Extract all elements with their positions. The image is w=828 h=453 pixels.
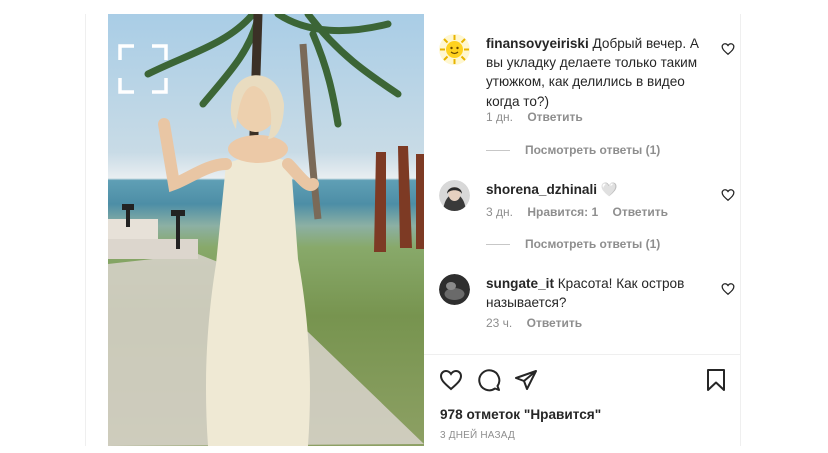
comment-username[interactable]: sungate_it bbox=[486, 276, 554, 291]
comment-like-button[interactable] bbox=[721, 188, 735, 202]
actions-divider bbox=[424, 354, 740, 355]
comments-panel: finansovyeiriski Добрый вечер. А вы укла… bbox=[424, 14, 740, 446]
heart-icon bbox=[721, 43, 735, 56]
avatar[interactable] bbox=[439, 180, 470, 211]
send-icon bbox=[515, 370, 537, 390]
likes-count-button[interactable]: Нравится: 1 bbox=[527, 205, 598, 219]
comment-text-block: finansovyeiriski Добрый вечер. А вы укла… bbox=[486, 34, 706, 111]
comment-meta: 23 ч. Ответить bbox=[486, 316, 593, 330]
comment-like-button[interactable] bbox=[721, 282, 735, 296]
user-photo-avatar bbox=[439, 180, 470, 211]
save-button[interactable] bbox=[704, 368, 728, 392]
comment-text-block: shorena_dzhinali 🤍 bbox=[486, 180, 706, 199]
comment-body: 🤍 bbox=[600, 182, 618, 197]
view-replies-label: Посмотреть ответы (1) bbox=[525, 143, 661, 157]
comment-time: 3 дн. bbox=[486, 205, 513, 219]
expand-button[interactable] bbox=[118, 44, 168, 94]
fullscreen-icon bbox=[118, 44, 168, 94]
view-replies-label: Посмотреть ответы (1) bbox=[525, 237, 661, 251]
view-replies-button[interactable]: Посмотреть ответы (1) bbox=[486, 143, 660, 157]
likes-count[interactable]: 978 отметок "Нравится" bbox=[440, 407, 601, 422]
comment-time: 1 дн. bbox=[486, 110, 513, 124]
reply-button[interactable]: Ответить bbox=[527, 110, 582, 124]
share-button[interactable] bbox=[514, 368, 538, 392]
heart-icon bbox=[721, 283, 735, 296]
reply-button[interactable]: Ответить bbox=[527, 316, 582, 330]
reply-button[interactable]: Ответить bbox=[613, 205, 668, 219]
replies-divider bbox=[486, 244, 510, 246]
comment-icon bbox=[478, 369, 501, 392]
post-media[interactable] bbox=[108, 14, 424, 446]
heart-icon bbox=[439, 369, 463, 391]
view-replies-button[interactable]: Посмотреть ответы (1) bbox=[486, 237, 660, 251]
comment-text-block: sungate_it Красота! Как остров называетс… bbox=[486, 274, 706, 312]
comment-username[interactable]: shorena_dzhinali bbox=[486, 182, 597, 197]
post-container: finansovyeiriski Добрый вечер. А вы укла… bbox=[85, 14, 741, 446]
heart-icon bbox=[721, 189, 735, 202]
comment-meta: 1 дн. Ответить bbox=[486, 110, 594, 124]
comment-button[interactable] bbox=[477, 368, 501, 392]
comment-meta: 3 дн. Нравится: 1 Ответить bbox=[486, 205, 679, 219]
bookmark-icon bbox=[707, 369, 725, 391]
avatar[interactable] bbox=[439, 274, 470, 305]
sun-avatar-icon bbox=[439, 34, 470, 65]
like-button[interactable] bbox=[439, 368, 463, 392]
post-timestamp: 3 ДНЕЙ НАЗАД bbox=[440, 430, 515, 441]
comment-time: 23 ч. bbox=[486, 316, 513, 330]
comment-like-button[interactable] bbox=[721, 42, 735, 56]
comment-username[interactable]: finansovyeiriski bbox=[486, 36, 589, 51]
replies-divider bbox=[486, 150, 510, 152]
avatar[interactable] bbox=[439, 34, 470, 65]
user-photo-avatar bbox=[439, 274, 470, 305]
